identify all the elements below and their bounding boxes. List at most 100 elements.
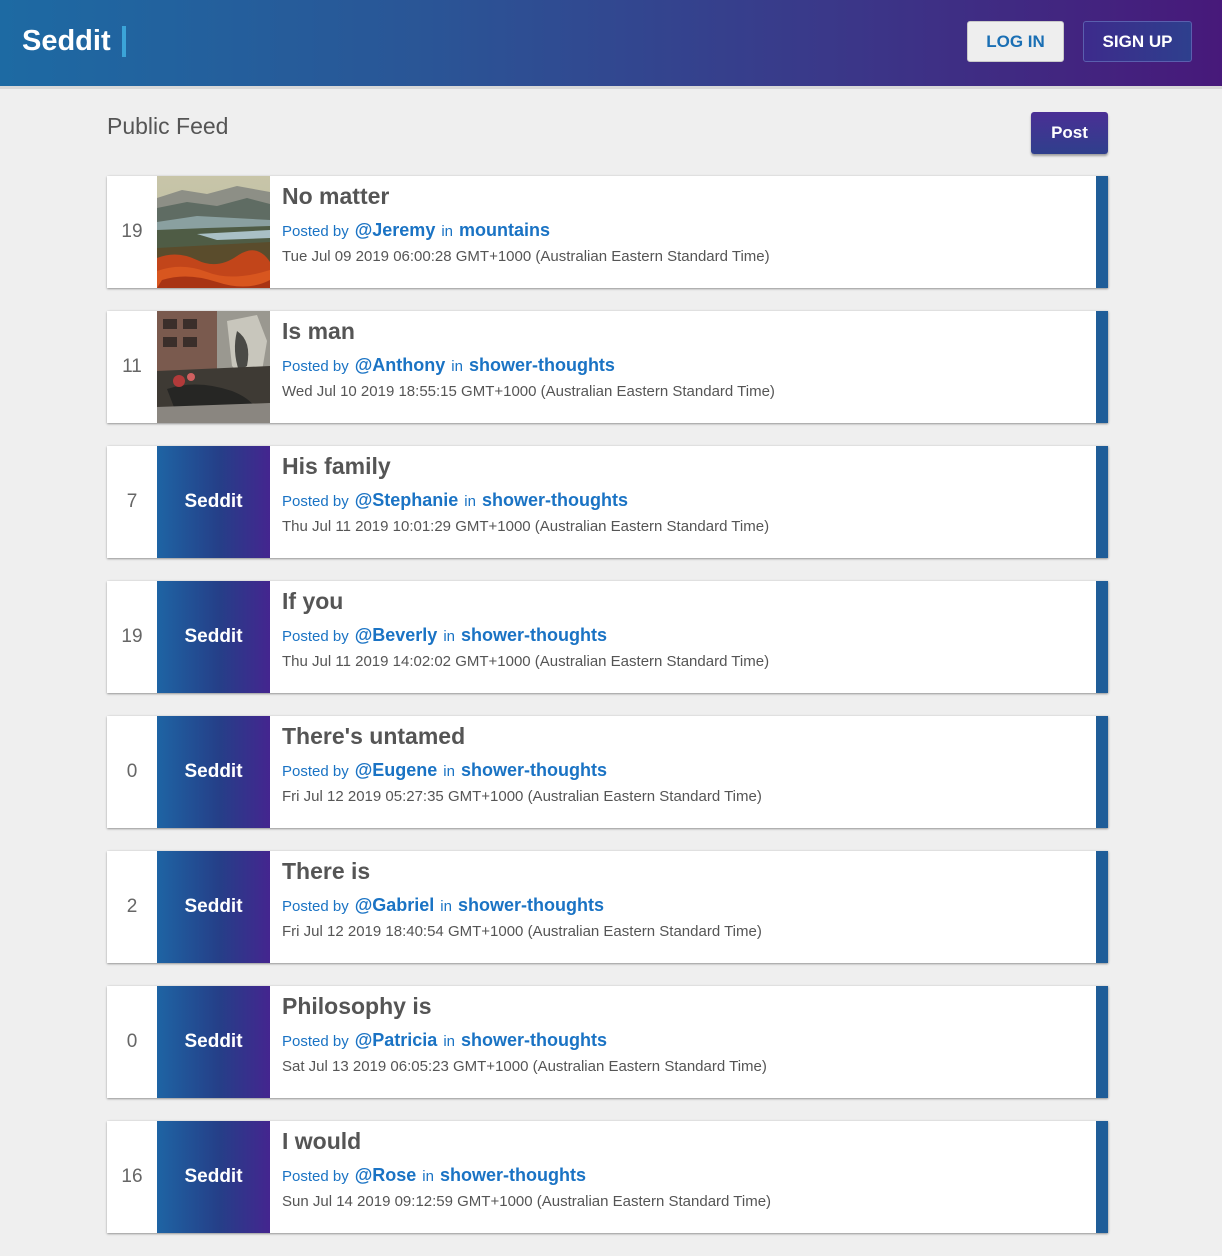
post-body: Philosophy is Posted by @Patricia in sho… bbox=[282, 992, 1088, 1077]
post-subseddit-link[interactable]: shower-thoughts bbox=[461, 624, 607, 646]
post-author-link[interactable]: @Eugene bbox=[355, 759, 438, 781]
post-body: Is man Posted by @Anthony in shower-thou… bbox=[282, 317, 1088, 402]
post-subseddit-link[interactable]: shower-thoughts bbox=[461, 759, 607, 781]
post-meta: Posted by @Anthony in shower-thoughts bbox=[282, 354, 1088, 378]
post-subseddit-link[interactable]: shower-thoughts bbox=[482, 489, 628, 511]
default-thumbnail: Seddit bbox=[157, 986, 270, 1098]
post-thumbnail[interactable] bbox=[157, 311, 270, 423]
post-thumbnail[interactable] bbox=[157, 176, 270, 288]
post-card[interactable]: 2 Seddit There is Posted by @Gabriel in … bbox=[107, 851, 1108, 963]
post-title[interactable]: His family bbox=[282, 452, 1088, 480]
posted-by-label: Posted by bbox=[282, 358, 349, 375]
post-meta: Posted by @Gabriel in shower-thoughts bbox=[282, 894, 1088, 918]
posted-by-label: Posted by bbox=[282, 1033, 349, 1050]
post-card[interactable]: 16 Seddit I would Posted by @Rose in sho… bbox=[107, 1121, 1108, 1233]
in-label: in bbox=[422, 1168, 434, 1185]
site-logo[interactable]: Seddit bbox=[22, 22, 126, 60]
signup-button[interactable]: SIGN UP bbox=[1083, 21, 1192, 62]
post-thumbnail[interactable]: Seddit bbox=[157, 716, 270, 828]
post-body: If you Posted by @Beverly in shower-thou… bbox=[282, 587, 1088, 672]
post-score: 19 bbox=[121, 221, 143, 242]
post-date: Thu Jul 11 2019 14:02:02 GMT+1000 (Austr… bbox=[282, 653, 770, 670]
posted-by-label: Posted by bbox=[282, 898, 349, 915]
posted-by-label: Posted by bbox=[282, 493, 349, 510]
post-accent-bar bbox=[1096, 176, 1108, 288]
post-title[interactable]: If you bbox=[282, 587, 1088, 615]
post-meta: Posted by @Rose in shower-thoughts bbox=[282, 1164, 1088, 1188]
post-score: 7 bbox=[126, 491, 138, 512]
post-card[interactable]: 19 No matter Posted by @Jeremy in mounta… bbox=[107, 176, 1108, 288]
post-accent-bar bbox=[1096, 716, 1108, 828]
post-thumbnail[interactable]: Seddit bbox=[157, 986, 270, 1098]
posted-by-label: Posted by bbox=[282, 763, 349, 780]
in-label: in bbox=[443, 1033, 455, 1050]
posted-by-label: Posted by bbox=[282, 223, 349, 240]
post-meta: Posted by @Eugene in shower-thoughts bbox=[282, 759, 1088, 783]
post-card[interactable]: 7 Seddit His family Posted by @Stephanie… bbox=[107, 446, 1108, 558]
default-thumbnail: Seddit bbox=[157, 581, 270, 693]
post-subseddit-link[interactable]: shower-thoughts bbox=[440, 1164, 586, 1186]
post-author-link[interactable]: @Jeremy bbox=[355, 219, 436, 241]
post-body: There's untamed Posted by @Eugene in sho… bbox=[282, 722, 1088, 807]
post-accent-bar bbox=[1096, 851, 1108, 963]
default-thumbnail: Seddit bbox=[157, 1121, 270, 1233]
post-accent-bar bbox=[1096, 581, 1108, 693]
post-author-link[interactable]: @Rose bbox=[355, 1164, 417, 1186]
post-meta: Posted by @Patricia in shower-thoughts bbox=[282, 1029, 1088, 1053]
post-card[interactable]: 11 Is man Posted by @Anthony in shower-t… bbox=[107, 311, 1108, 423]
post-author-link[interactable]: @Gabriel bbox=[355, 894, 435, 916]
post-score: 0 bbox=[126, 761, 138, 782]
post-card[interactable]: 0 Seddit There's untamed Posted by @Euge… bbox=[107, 716, 1108, 828]
post-author-link[interactable]: @Anthony bbox=[355, 354, 446, 376]
site-logo-text: Seddit bbox=[22, 25, 111, 57]
in-label: in bbox=[443, 628, 456, 645]
post-card[interactable]: 0 Seddit Philosophy is Posted by @Patric… bbox=[107, 986, 1108, 1098]
post-title[interactable]: There's untamed bbox=[282, 722, 1088, 750]
in-label: in bbox=[441, 223, 454, 240]
in-label: in bbox=[443, 763, 455, 780]
post-body: His family Posted by @Stephanie in showe… bbox=[282, 452, 1088, 537]
post-title[interactable]: Is man bbox=[282, 317, 1088, 345]
posted-by-label: Posted by bbox=[282, 628, 349, 645]
header-divider bbox=[0, 86, 1222, 89]
post-subseddit-link[interactable]: shower-thoughts bbox=[461, 1029, 607, 1051]
post-title[interactable]: There is bbox=[282, 857, 1088, 885]
new-post-button[interactable]: Post bbox=[1031, 112, 1108, 154]
post-subseddit-link[interactable]: shower-thoughts bbox=[458, 894, 604, 916]
post-score: 11 bbox=[122, 356, 142, 377]
post-body: No matter Posted by @Jeremy in mountains… bbox=[282, 182, 1088, 267]
in-label: in bbox=[451, 358, 463, 375]
in-label: in bbox=[440, 898, 452, 915]
post-date: Fri Jul 12 2019 05:27:35 GMT+1000 (Austr… bbox=[282, 788, 762, 805]
post-title[interactable]: I would bbox=[282, 1127, 1088, 1155]
post-author-link[interactable]: @Patricia bbox=[355, 1029, 438, 1051]
in-label: in bbox=[464, 493, 476, 510]
post-subseddit-link[interactable]: shower-thoughts bbox=[469, 354, 615, 376]
post-score: 0 bbox=[126, 1031, 138, 1052]
post-meta: Posted by @Jeremy in mountains bbox=[282, 219, 1088, 243]
post-card[interactable]: 19 Seddit If you Posted by @Beverly in s… bbox=[107, 581, 1108, 693]
post-title[interactable]: No matter bbox=[282, 182, 1088, 210]
logo-cursor-decoration bbox=[121, 25, 126, 57]
sculpture-photo-image bbox=[157, 311, 270, 423]
post-title[interactable]: Philosophy is bbox=[282, 992, 1088, 1020]
post-subseddit-link[interactable]: mountains bbox=[459, 219, 550, 241]
post-meta: Posted by @Stephanie in shower-thoughts bbox=[282, 489, 1088, 513]
post-meta: Posted by @Beverly in shower-thoughts bbox=[282, 624, 1088, 648]
post-author-link[interactable]: @Stephanie bbox=[355, 489, 459, 511]
post-body: There is Posted by @Gabriel in shower-th… bbox=[282, 857, 1088, 942]
post-thumbnail[interactable]: Seddit bbox=[157, 851, 270, 963]
post-thumbnail[interactable]: Seddit bbox=[157, 581, 270, 693]
default-thumbnail: Seddit bbox=[157, 716, 270, 828]
post-score: 16 bbox=[121, 1166, 143, 1187]
post-date: Sun Jul 14 2019 09:12:59 GMT+1000 (Austr… bbox=[282, 1193, 772, 1210]
feed-title: Public Feed bbox=[107, 113, 229, 139]
post-author-link[interactable]: @Beverly bbox=[355, 624, 438, 646]
post-thumbnail[interactable]: Seddit bbox=[157, 1121, 270, 1233]
post-accent-bar bbox=[1096, 446, 1108, 558]
post-thumbnail[interactable]: Seddit bbox=[157, 446, 270, 558]
login-button[interactable]: LOG IN bbox=[967, 21, 1064, 62]
post-date: Wed Jul 10 2019 18:55:15 GMT+1000 (Austr… bbox=[282, 383, 775, 400]
post-body: I would Posted by @Rose in shower-though… bbox=[282, 1127, 1088, 1212]
post-date: Sat Jul 13 2019 06:05:23 GMT+1000 (Austr… bbox=[282, 1058, 767, 1075]
